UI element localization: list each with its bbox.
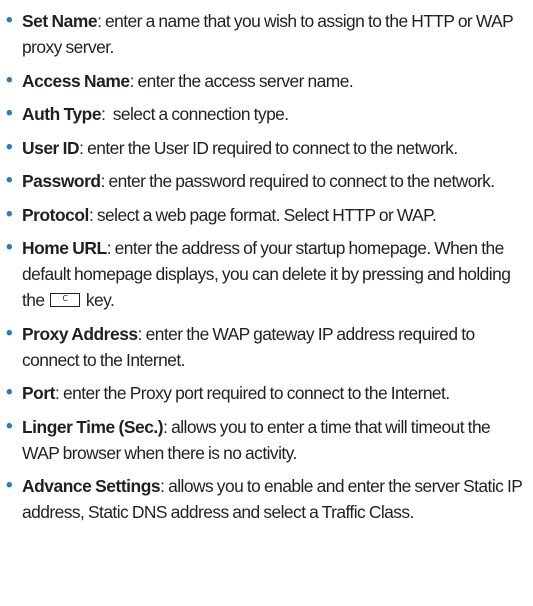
description-home-url-end: key. xyxy=(82,290,115,310)
bullet-icon: • xyxy=(6,10,13,31)
term-port: Port xyxy=(22,383,55,403)
description-port: : enter the Proxy port required to conne… xyxy=(54,383,450,403)
term-auth-type: Auth Type xyxy=(22,104,102,124)
list-item-set-name: • Set Name: enter a name that you wish t… xyxy=(6,8,528,60)
term-protocol: Protocol xyxy=(22,204,89,225)
description-auth-type: : select a connection type. xyxy=(101,104,289,124)
term-access-name: Access Name xyxy=(22,70,130,91)
bullet-icon: • xyxy=(6,322,13,344)
bullet-icon: • xyxy=(6,475,13,496)
list-item-port: • Port: enter the Proxy port required to… xyxy=(6,380,528,406)
term-linger-time: Linger Time (Sec.) xyxy=(22,416,164,437)
description-password: : enter the password required to connect… xyxy=(100,171,496,191)
description-access-name: : enter the access server name. xyxy=(129,70,354,91)
term-set-name: Set Name xyxy=(22,11,98,31)
list-item-access-name: • Access Name: enter the access server n… xyxy=(6,68,528,94)
bullet-icon: • xyxy=(6,69,13,91)
bullet-icon: • xyxy=(6,170,13,191)
list-item-auth-type: • Auth Type: select a connection type. xyxy=(6,101,528,127)
bullet-icon: • xyxy=(6,415,13,437)
list-item-user-id: • User ID: enter the User ID required to… xyxy=(6,135,528,161)
list-item-password: • Password: enter the password required … xyxy=(6,168,528,194)
clear-key-label: C xyxy=(62,294,69,303)
term-advance-settings: Advance Settings xyxy=(22,476,161,496)
bullet-icon: • xyxy=(6,237,13,258)
bullet-icon: • xyxy=(6,136,13,158)
description-user-id: : enter the User ID required to connect … xyxy=(79,137,458,158)
settings-field-list: • Set Name: enter a name that you wish t… xyxy=(6,8,528,533)
list-item-proxy-address: • Proxy Address: enter the WAP gateway I… xyxy=(6,321,528,373)
list-item-advance-settings: • Advance Settings: allows you to enable… xyxy=(6,473,528,525)
bullet-icon: • xyxy=(6,382,13,403)
term-user-id: User ID xyxy=(22,137,80,158)
clear-key-icon: C xyxy=(50,293,81,307)
list-item-home-url: • Home URL: enter the address of your st… xyxy=(6,235,528,313)
description-protocol: : select a web page format. Select HTTP … xyxy=(88,204,437,225)
bullet-icon: • xyxy=(6,103,13,124)
term-home-url: Home URL xyxy=(22,238,107,258)
bullet-icon: • xyxy=(6,203,13,225)
list-item-linger-time: • Linger Time (Sec.): allows you to ente… xyxy=(6,414,528,466)
term-password: Password xyxy=(22,171,101,191)
manual-page: • Set Name: enter a name that you wish t… xyxy=(0,0,533,606)
list-item-protocol: • Protocol: select a web page format. Se… xyxy=(6,202,528,228)
term-proxy-address: Proxy Address xyxy=(22,323,138,344)
